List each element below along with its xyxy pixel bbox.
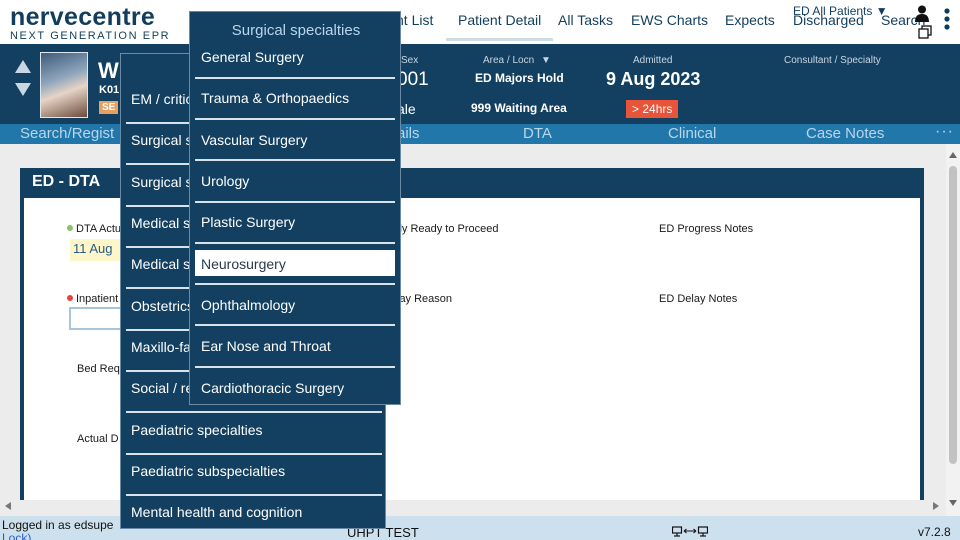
logo-text: nervecentre	[10, 3, 156, 31]
logged-in-text: Logged in as edsupe	[2, 518, 114, 532]
menu-item-cardiothoracic-surgery[interactable]: Cardiothoracic Surgery	[201, 380, 395, 396]
inpatient-label: Inpatient	[76, 293, 119, 305]
subtab-dta[interactable]: DTA	[523, 125, 552, 142]
menu-divider	[126, 411, 382, 413]
admitted-label: Admitted	[633, 55, 673, 66]
tab-patient-detail[interactable]: Patient Detail	[446, 12, 554, 41]
patient-tag-badge: SE	[99, 101, 119, 114]
tab-all-tasks[interactable]: All Tasks	[558, 12, 613, 28]
menu-item-paediatric-subspecialties[interactable]: Paediatric subspecialties	[131, 463, 381, 479]
tab-expects[interactable]: Expects	[725, 12, 775, 28]
admitted-date: 9 Aug 2023	[606, 69, 701, 89]
scroll-down-icon[interactable]	[949, 500, 957, 506]
scroll-left-icon[interactable]	[5, 502, 11, 510]
menu-item-plastic-surgery[interactable]: Plastic Surgery	[201, 214, 395, 230]
patient-name: W	[98, 58, 119, 83]
menu-divider	[195, 324, 395, 326]
monitor-switch-icon[interactable]	[672, 526, 708, 537]
surgical-specialties-menu: Surgical specialties General Surgery Tra…	[189, 11, 401, 405]
vertical-scrollbar[interactable]	[946, 144, 960, 516]
version-label: v7.2.8	[918, 525, 951, 539]
menu-divider	[195, 77, 395, 79]
submenu-header: Surgical specialties	[231, 22, 361, 39]
subtab-search-register[interactable]: Search/Regist	[20, 125, 114, 142]
menu-divider	[195, 366, 395, 368]
panel-title: ED - DTA	[32, 173, 101, 190]
menu-divider	[195, 201, 395, 203]
patient-id: K01	[99, 84, 120, 96]
menu-item-ophthalmology[interactable]: Ophthalmology	[201, 297, 395, 313]
sex-label: Sex	[401, 55, 419, 66]
area-location-label: Area / Locn	[483, 55, 535, 66]
delay-reason-label: lay Reason	[397, 293, 453, 305]
consultant-specialty-label: Consultant / Specialty	[784, 55, 881, 66]
previous-patient-arrow-icon[interactable]	[15, 60, 31, 73]
bed-requested-label: Bed Req	[77, 363, 120, 375]
inpatient-field: Inpatient	[67, 293, 118, 305]
menu-divider	[126, 453, 382, 455]
tab-ews-charts[interactable]: EWS Charts	[631, 12, 708, 28]
menu-divider	[126, 494, 382, 496]
menu-divider	[195, 283, 395, 285]
ready-to-proceed-label: lly Ready to Proceed	[397, 223, 499, 235]
next-patient-arrow-icon[interactable]	[15, 83, 31, 96]
patient-area: ED Majors Hold	[475, 71, 564, 85]
ed-progress-notes-label: ED Progress Notes	[659, 223, 754, 235]
more-horizontal-icon[interactable]: ···	[935, 123, 954, 141]
menu-divider	[195, 159, 395, 161]
ed-filter-dropdown[interactable]: ED All Patients ▼	[793, 4, 888, 18]
user-icon[interactable]	[914, 5, 930, 22]
top-nav-bar: nervecentre NEXT GENERATION EPR nt List …	[0, 0, 960, 44]
menu-item-vascular-surgery[interactable]: Vascular Surgery	[201, 132, 395, 148]
menu-divider	[195, 118, 395, 120]
menu-item-urology[interactable]: Urology	[201, 173, 395, 189]
lock-link[interactable]: Lock)	[2, 531, 31, 540]
copy-window-icon[interactable]	[918, 25, 932, 39]
area-location-dropdown[interactable]: Area / Locn ▼	[483, 55, 551, 66]
chevron-down-icon: ▼	[875, 4, 888, 18]
scrollbar-thumb[interactable]	[949, 166, 957, 464]
patient-photo	[40, 52, 88, 118]
menu-item-mental-health[interactable]: Mental health and cognition	[131, 504, 381, 520]
menu-item-trauma-orthopaedics[interactable]: Trauma & Orthopaedics	[201, 90, 395, 106]
actual-departure-label: Actual D	[77, 433, 119, 445]
subtab-clinical[interactable]: Clinical	[668, 125, 716, 142]
patient-location: 999 Waiting Area	[471, 101, 567, 115]
menu-item-neurosurgery[interactable]: Neurosurgery	[201, 256, 395, 272]
required-dot-icon	[67, 295, 73, 301]
nervecentre-logo[interactable]: nervecentre NEXT GENERATION EPR	[10, 4, 170, 42]
patient-dob: 001	[397, 69, 429, 90]
scroll-right-icon[interactable]	[933, 502, 939, 510]
subtab-case-notes[interactable]: Case Notes	[806, 125, 884, 142]
ed-filter-label: ED All Patients	[793, 4, 873, 18]
chevron-down-icon: ▼	[540, 55, 551, 66]
status-dot-icon	[67, 225, 73, 231]
scroll-up-icon[interactable]	[949, 152, 957, 158]
menu-item-general-surgery[interactable]: General Surgery	[201, 49, 395, 65]
dta-actual-field: DTA Actu	[67, 223, 121, 235]
ed-delay-notes-label: ED Delay Notes	[659, 293, 738, 305]
menu-item-paediatric-specialties[interactable]: Paediatric specialties	[131, 422, 381, 438]
menu-divider	[195, 242, 395, 244]
wait-time-badge: > 24hrs	[626, 100, 679, 118]
more-vertical-icon[interactable]	[944, 8, 950, 30]
logo-tagline: NEXT GENERATION EPR	[10, 30, 171, 42]
dta-actual-label: DTA Actu	[76, 223, 122, 235]
menu-item-ent[interactable]: Ear Nose and Throat	[201, 338, 395, 354]
